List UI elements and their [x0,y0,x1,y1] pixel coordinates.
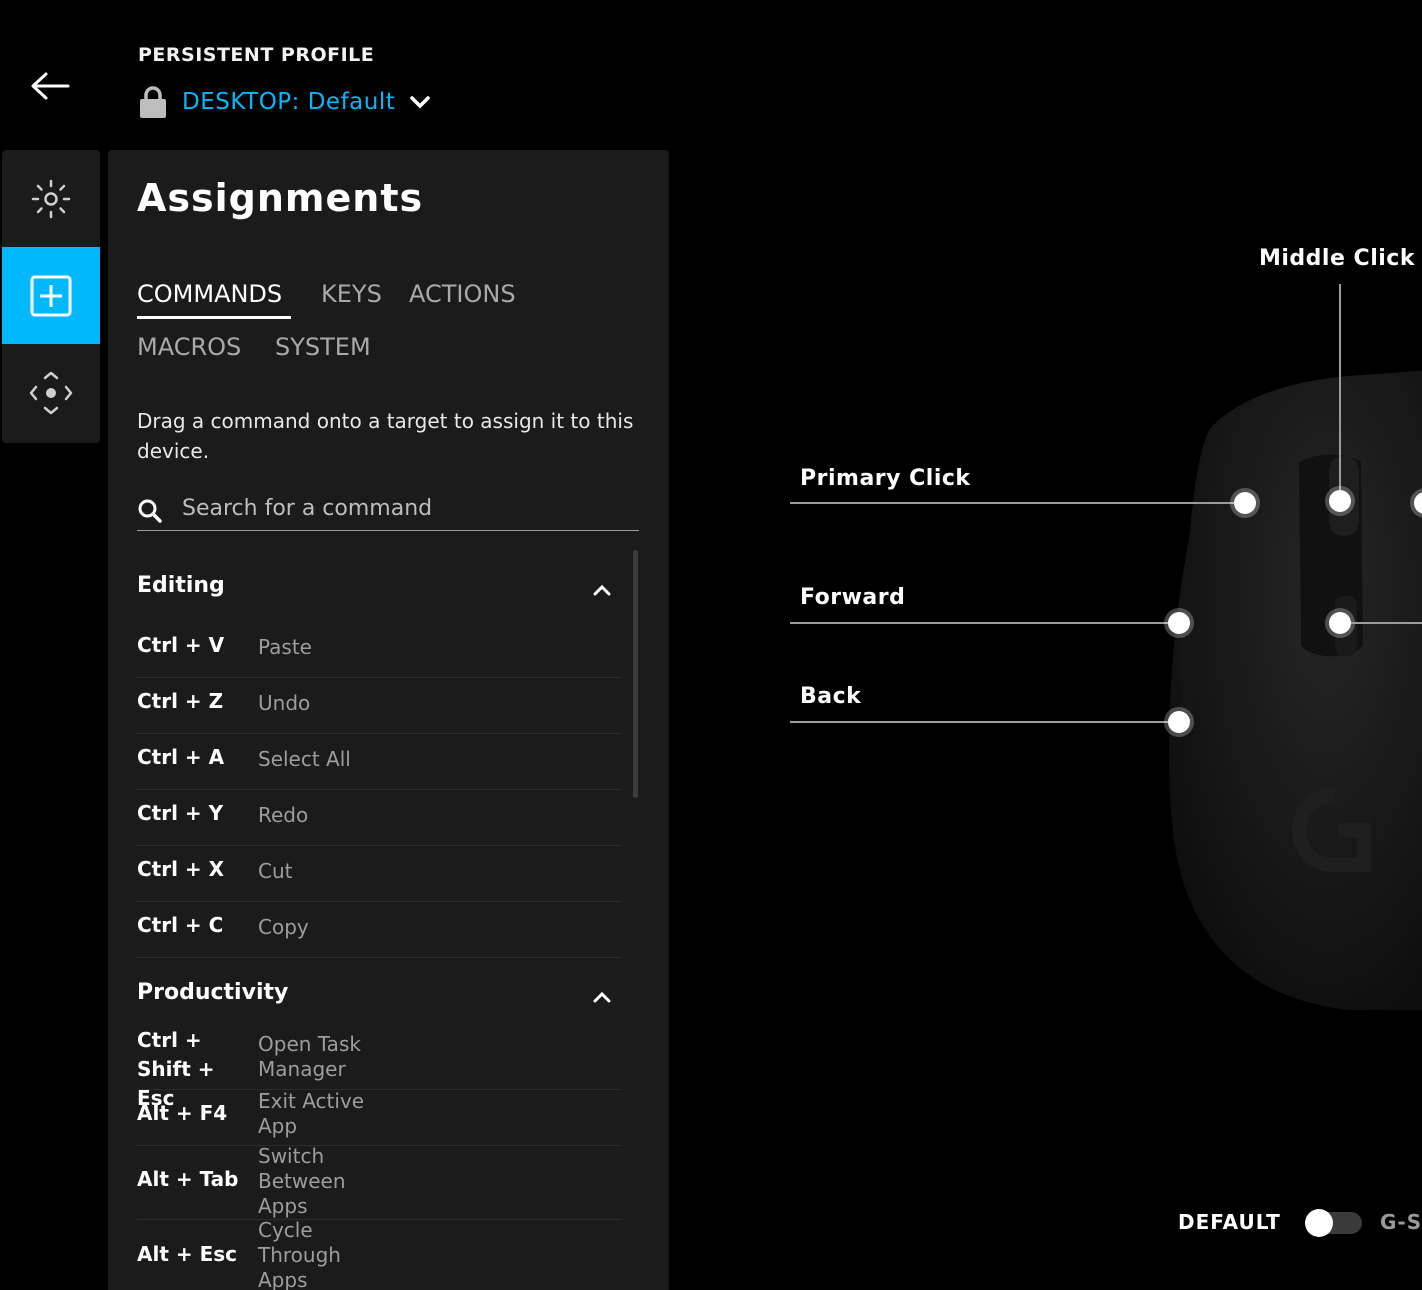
callout-forward: Forward [800,585,906,610]
callout-primary-click: Primary Click [800,466,971,491]
command-row[interactable]: Ctrl + Y Redo [137,789,621,846]
rail-item-pointer[interactable] [2,344,100,441]
arrow-left-icon [31,72,70,100]
profile-caption: PERSISTENT PROFILE [138,44,375,66]
command-row[interactable]: Ctrl + A Select All [137,733,621,790]
scrollbar[interactable] [633,550,638,798]
search-box [137,488,639,531]
command-row[interactable]: Ctrl + X Cut [137,845,621,902]
command-label: Select All [258,747,351,771]
target-middle-click[interactable] [1329,490,1351,512]
command-key: Alt + Tab [137,1167,239,1191]
chevron-up-icon[interactable] [593,990,611,1004]
command-key: Ctrl + C [137,913,224,937]
command-label: Cycle Through Apps [258,1218,341,1290]
tab-system[interactable]: SYSTEM [275,333,371,361]
command-row[interactable]: Alt + Esc Cycle Through Apps [137,1218,621,1290]
command-key: Alt + Esc [137,1242,237,1266]
callout-line [790,622,1168,624]
command-row[interactable]: Ctrl + V Paste [137,621,621,678]
rail-item-assignments[interactable] [2,247,100,344]
tab-actions[interactable]: ACTIONS [409,280,516,308]
search-input[interactable] [180,488,634,528]
callout-middle-click: Middle Click [1259,246,1415,271]
command-row[interactable]: Ctrl + C Copy [137,901,621,958]
target-forward[interactable] [1168,612,1190,634]
panel-title: Assignments [137,176,424,220]
back-button[interactable] [28,66,72,106]
section-title: Productivity [137,980,289,1005]
command-row[interactable]: Alt + Tab Switch Between Apps [137,1144,621,1220]
command-key: Ctrl + X [137,857,225,881]
rail-item-lighting[interactable] [2,150,100,247]
command-key: Ctrl + V [137,633,225,657]
command-label: Cut [258,859,293,883]
mode-toggle[interactable] [1302,1209,1364,1237]
command-label: Open Task Manager [258,1032,361,1081]
section-title: Editing [137,573,225,598]
assignments-panel: Assignments COMMANDS KEYS ACTIONS MACROS… [108,150,669,1290]
sun-icon [31,179,71,218]
command-label: Undo [258,691,311,715]
profile-selector[interactable]: DESKTOP: Default [138,86,431,118]
command-label: Redo [258,803,309,827]
callout-line [790,502,1234,504]
command-key: Ctrl + A [137,745,225,769]
target-dpi-button[interactable] [1329,612,1351,634]
command-row[interactable]: Alt + F4 Exit Active App [137,1089,621,1146]
profile-name: DESKTOP: Default [182,89,396,115]
section-productivity: Productivity [137,980,617,1020]
callout-line [790,721,1168,723]
lock-icon [140,86,166,118]
sidebar-rail [2,150,100,443]
mode-default-label: DEFAULT [1178,1210,1281,1234]
help-text: Drag a command onto a target to assign i… [137,409,634,463]
section-editing: Editing [137,573,617,613]
mouse-image [1169,370,1422,1010]
command-label: Switch Between Apps [258,1144,346,1218]
command-key: Ctrl + Y [137,801,224,825]
command-row[interactable]: Ctrl + Z Undo [137,677,621,734]
mode-gshift-label: G-S [1380,1210,1422,1234]
target-back[interactable] [1168,711,1190,733]
move-arrows-icon [29,371,73,414]
tab-keys[interactable]: KEYS [321,280,382,308]
target-primary-click[interactable] [1234,492,1256,514]
callout-line [1339,284,1341,490]
active-tab-indicator [137,316,291,319]
tab-macros[interactable]: MACROS [137,333,241,361]
tab-commands[interactable]: COMMANDS [137,280,282,308]
callout-line [1351,622,1422,624]
command-key: Alt + F4 [137,1101,228,1125]
search-icon [138,499,162,523]
chevron-up-icon[interactable] [593,583,611,597]
command-label: Copy [258,915,309,939]
callout-back: Back [800,684,862,709]
chevron-down-icon [410,96,431,109]
command-key: Ctrl + Z [137,689,224,713]
command-label: Exit Active App [258,1089,365,1138]
plus-box-icon [30,275,72,316]
command-row[interactable]: Ctrl + Shift + Esc Open Task Manager [137,1026,621,1110]
command-label: Paste [258,635,312,659]
